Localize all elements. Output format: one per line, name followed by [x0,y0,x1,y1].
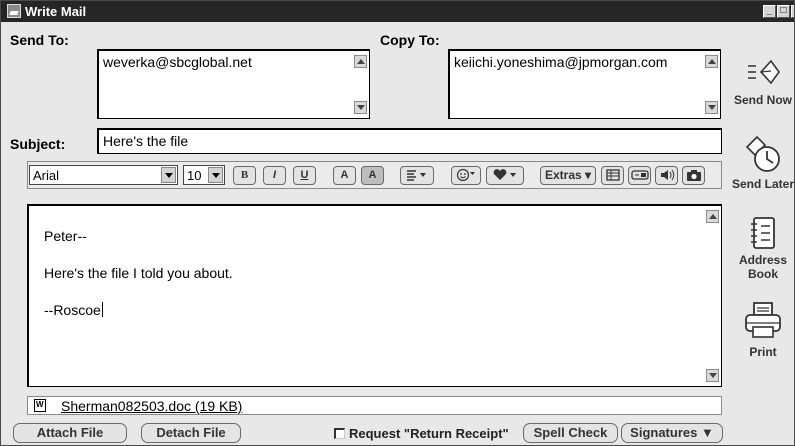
return-receipt-label: Request "Return Receipt" [349,426,509,441]
minimize-button[interactable]: _ [763,5,776,18]
address-book-button[interactable]: Address Book [728,215,794,281]
print-label: Print [749,345,777,359]
text-cursor [101,302,103,317]
send-later-icon [745,135,780,172]
smiley-button[interactable] [451,166,481,185]
message-line: --Roscoe [44,302,103,318]
copy-to-scroll-up[interactable] [705,55,718,68]
bold-button[interactable]: B [233,166,256,185]
font-family-value: Arial [33,168,60,183]
text-color-button[interactable]: A [333,166,356,185]
spell-check-button[interactable]: Spell Check [523,423,618,443]
copy-to-label: Copy To: [380,32,440,48]
print-button[interactable]: Print [728,299,794,359]
font-family-select[interactable]: Arial [29,165,178,185]
attach-file-button[interactable]: Attach File [13,423,127,443]
address-book-icon [751,217,775,249]
detach-file-button[interactable]: Detach File [141,423,241,443]
send-to-scroll-up[interactable] [354,55,367,68]
subject-label: Subject: [10,136,66,152]
message-line: Peter-- [44,228,87,244]
attachment-link[interactable]: Sherman082503.doc (19 KB) [61,398,242,414]
font-size-value: 10 [187,168,202,183]
message-line: Here's the file I told you about. [44,265,233,281]
underline-button[interactable]: U [293,166,316,185]
signatures-button[interactable]: Signatures ▼ [621,423,723,443]
send-to-label: Send To: [10,32,69,48]
extras-button[interactable]: Extras ▾ [540,166,596,185]
send-to-value: weverka@sbcglobal.net [103,54,252,70]
send-now-button[interactable]: Send Now [728,53,794,107]
write-mail-icon [7,4,21,18]
insert-sound-button[interactable] [655,166,678,185]
message-body[interactable]: Peter-- Here's the file I told you about… [27,204,722,387]
maximize-button[interactable]: □ [777,5,790,18]
write-mail-window: Write Mail _ □ × Send To: weverka@sbcglo… [0,0,795,446]
send-later-button[interactable]: Send Later [728,135,794,191]
insert-link-button[interactable] [628,166,651,185]
subject-field[interactable]: Here's the file [97,128,722,154]
format-toolbar: Arial 10 B I U A A Extras ▾ [27,161,722,189]
speaker-icon [660,169,674,181]
send-later-label: Send Later [731,177,794,191]
attachment-list: Sherman082503.doc (19 KB) [27,396,722,415]
word-document-icon [34,399,46,412]
camera-icon [686,170,701,181]
copy-to-field[interactable]: keiichi.yoneshima@jpmorgan.com [448,49,721,119]
subject-value: Here's the file [103,133,189,149]
return-receipt-checkbox[interactable] [334,428,345,439]
message-scroll-up[interactable] [706,210,719,223]
copy-to-value: keiichi.yoneshima@jpmorgan.com [454,54,668,70]
address-book-label: Address [738,253,788,267]
align-left-icon [407,170,426,181]
send-now-icon [748,59,780,85]
extras-label: Extras [544,168,582,182]
table-icon [605,169,620,181]
send-to-field[interactable]: weverka@sbcglobal.net [97,49,370,119]
message-line-text: --Roscoe [44,302,101,318]
chevron-down-icon [161,167,176,183]
send-now-label: Send Now [733,93,792,107]
italic-button[interactable]: I [263,166,286,185]
insert-picture-button[interactable] [682,166,705,185]
address-book-label: Book [748,267,778,281]
message-scroll-down[interactable] [706,369,719,382]
close-button[interactable]: × [791,5,794,18]
heart-icon [493,169,516,180]
window-title: Write Mail [25,4,87,19]
smiley-icon [456,168,475,182]
link-icon [630,170,649,180]
send-to-scroll-down[interactable] [354,101,367,114]
background-color-button[interactable]: A [361,166,384,185]
chevron-down-icon [208,167,223,183]
copy-to-scroll-down[interactable] [705,101,718,114]
align-button[interactable] [400,166,434,185]
printer-icon [745,302,781,338]
title-bar[interactable]: Write Mail _ □ × [1,1,794,22]
favorites-button[interactable] [486,166,524,185]
font-size-select[interactable]: 10 [183,165,225,185]
insert-table-button[interactable] [601,166,624,185]
